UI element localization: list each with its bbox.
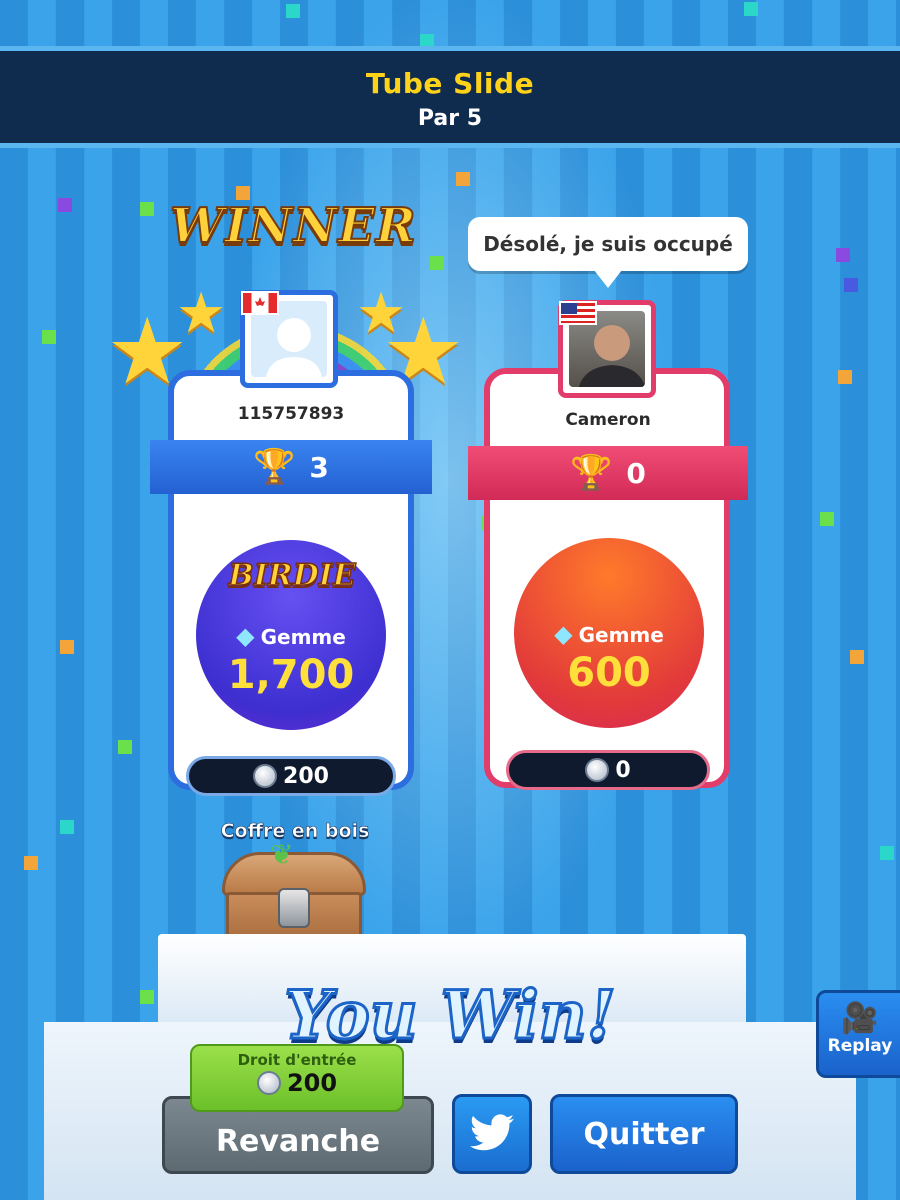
twitter-share-button[interactable] xyxy=(452,1094,532,1174)
entry-fee-label: Droit d'entrée xyxy=(237,1051,357,1069)
confetti xyxy=(60,640,74,654)
confetti xyxy=(60,820,74,834)
canada-flag-icon xyxy=(241,291,279,315)
gem-label: Gemme xyxy=(260,625,346,649)
gem-reward-circle: ◆ Gemme 600 xyxy=(514,538,704,728)
replay-label: Replay xyxy=(827,1036,893,1056)
confetti xyxy=(42,330,56,344)
star-icon: ★ xyxy=(356,281,407,346)
confetti xyxy=(24,856,38,870)
gem-icon: ◆ xyxy=(554,620,573,648)
trophy-icon: 🏆 xyxy=(253,447,296,487)
hole-par: Par 5 xyxy=(417,106,483,131)
video-camera-icon: 🎥 xyxy=(841,1001,879,1036)
coin-reward: 0 xyxy=(506,750,710,790)
trophy-ribbon: 🏆 3 xyxy=(150,440,432,494)
confetti xyxy=(820,512,834,526)
chest-label: Coffre en bois xyxy=(220,820,370,843)
player-name: 115757893 xyxy=(237,404,345,424)
trophy-ribbon: 🏆 0 xyxy=(468,446,748,500)
hole-header: Tube Slide Par 5 xyxy=(0,46,900,148)
gem-value: 600 xyxy=(567,650,651,696)
chat-bubble: Désolé, je suis occupé xyxy=(468,217,748,271)
star-icon: ★ xyxy=(176,281,227,346)
opponent-avatar[interactable] xyxy=(558,300,656,398)
lock-icon xyxy=(278,888,310,928)
chat-bubble-tail xyxy=(594,270,622,288)
confetti xyxy=(430,256,444,270)
opponent-name: Cameron xyxy=(565,410,651,430)
player-avatar[interactable] xyxy=(240,290,338,388)
you-win-banner: You Win! xyxy=(283,975,617,1056)
confetti xyxy=(850,650,864,664)
gem-value: 1,700 xyxy=(227,652,355,698)
trophy-icon: 🏆 xyxy=(570,453,613,493)
gem-label: Gemme xyxy=(578,623,664,647)
usa-flag-icon xyxy=(559,301,597,325)
quit-label: Quitter xyxy=(583,1116,705,1152)
birdie-badge: BIRDIE xyxy=(228,557,357,594)
winner-banner: WINNER xyxy=(169,197,417,255)
confetti xyxy=(140,990,154,1004)
rematch-label: Revanche xyxy=(215,1123,381,1159)
confetti xyxy=(836,248,850,262)
sprout-icon: ❦ xyxy=(270,838,294,871)
confetti xyxy=(744,2,758,16)
gem-icon: ◆ xyxy=(236,622,255,650)
confetti xyxy=(456,172,470,186)
hole-title: Tube Slide xyxy=(365,67,535,100)
coin-icon xyxy=(253,764,278,788)
coin-value: 200 xyxy=(283,763,329,789)
coin-icon xyxy=(585,758,610,782)
trophy-count: 0 xyxy=(626,456,646,490)
confetti xyxy=(838,370,852,384)
entry-fee-value: 200 xyxy=(286,1069,338,1097)
confetti xyxy=(118,740,132,754)
confetti xyxy=(140,202,154,216)
coin-reward: 200 xyxy=(186,756,396,796)
quit-button[interactable]: Quitter xyxy=(550,1094,738,1174)
confetti xyxy=(286,4,300,18)
confetti xyxy=(880,846,894,860)
twitter-bird-icon xyxy=(470,1114,514,1151)
coin-icon xyxy=(256,1071,281,1095)
confetti xyxy=(844,278,858,292)
trophy-count: 3 xyxy=(309,450,329,484)
confetti xyxy=(58,198,72,212)
entry-fee-badge: Droit d'entrée 200 xyxy=(190,1044,404,1112)
replay-button[interactable]: 🎥 Replay xyxy=(816,990,900,1078)
coin-value: 0 xyxy=(615,757,631,783)
